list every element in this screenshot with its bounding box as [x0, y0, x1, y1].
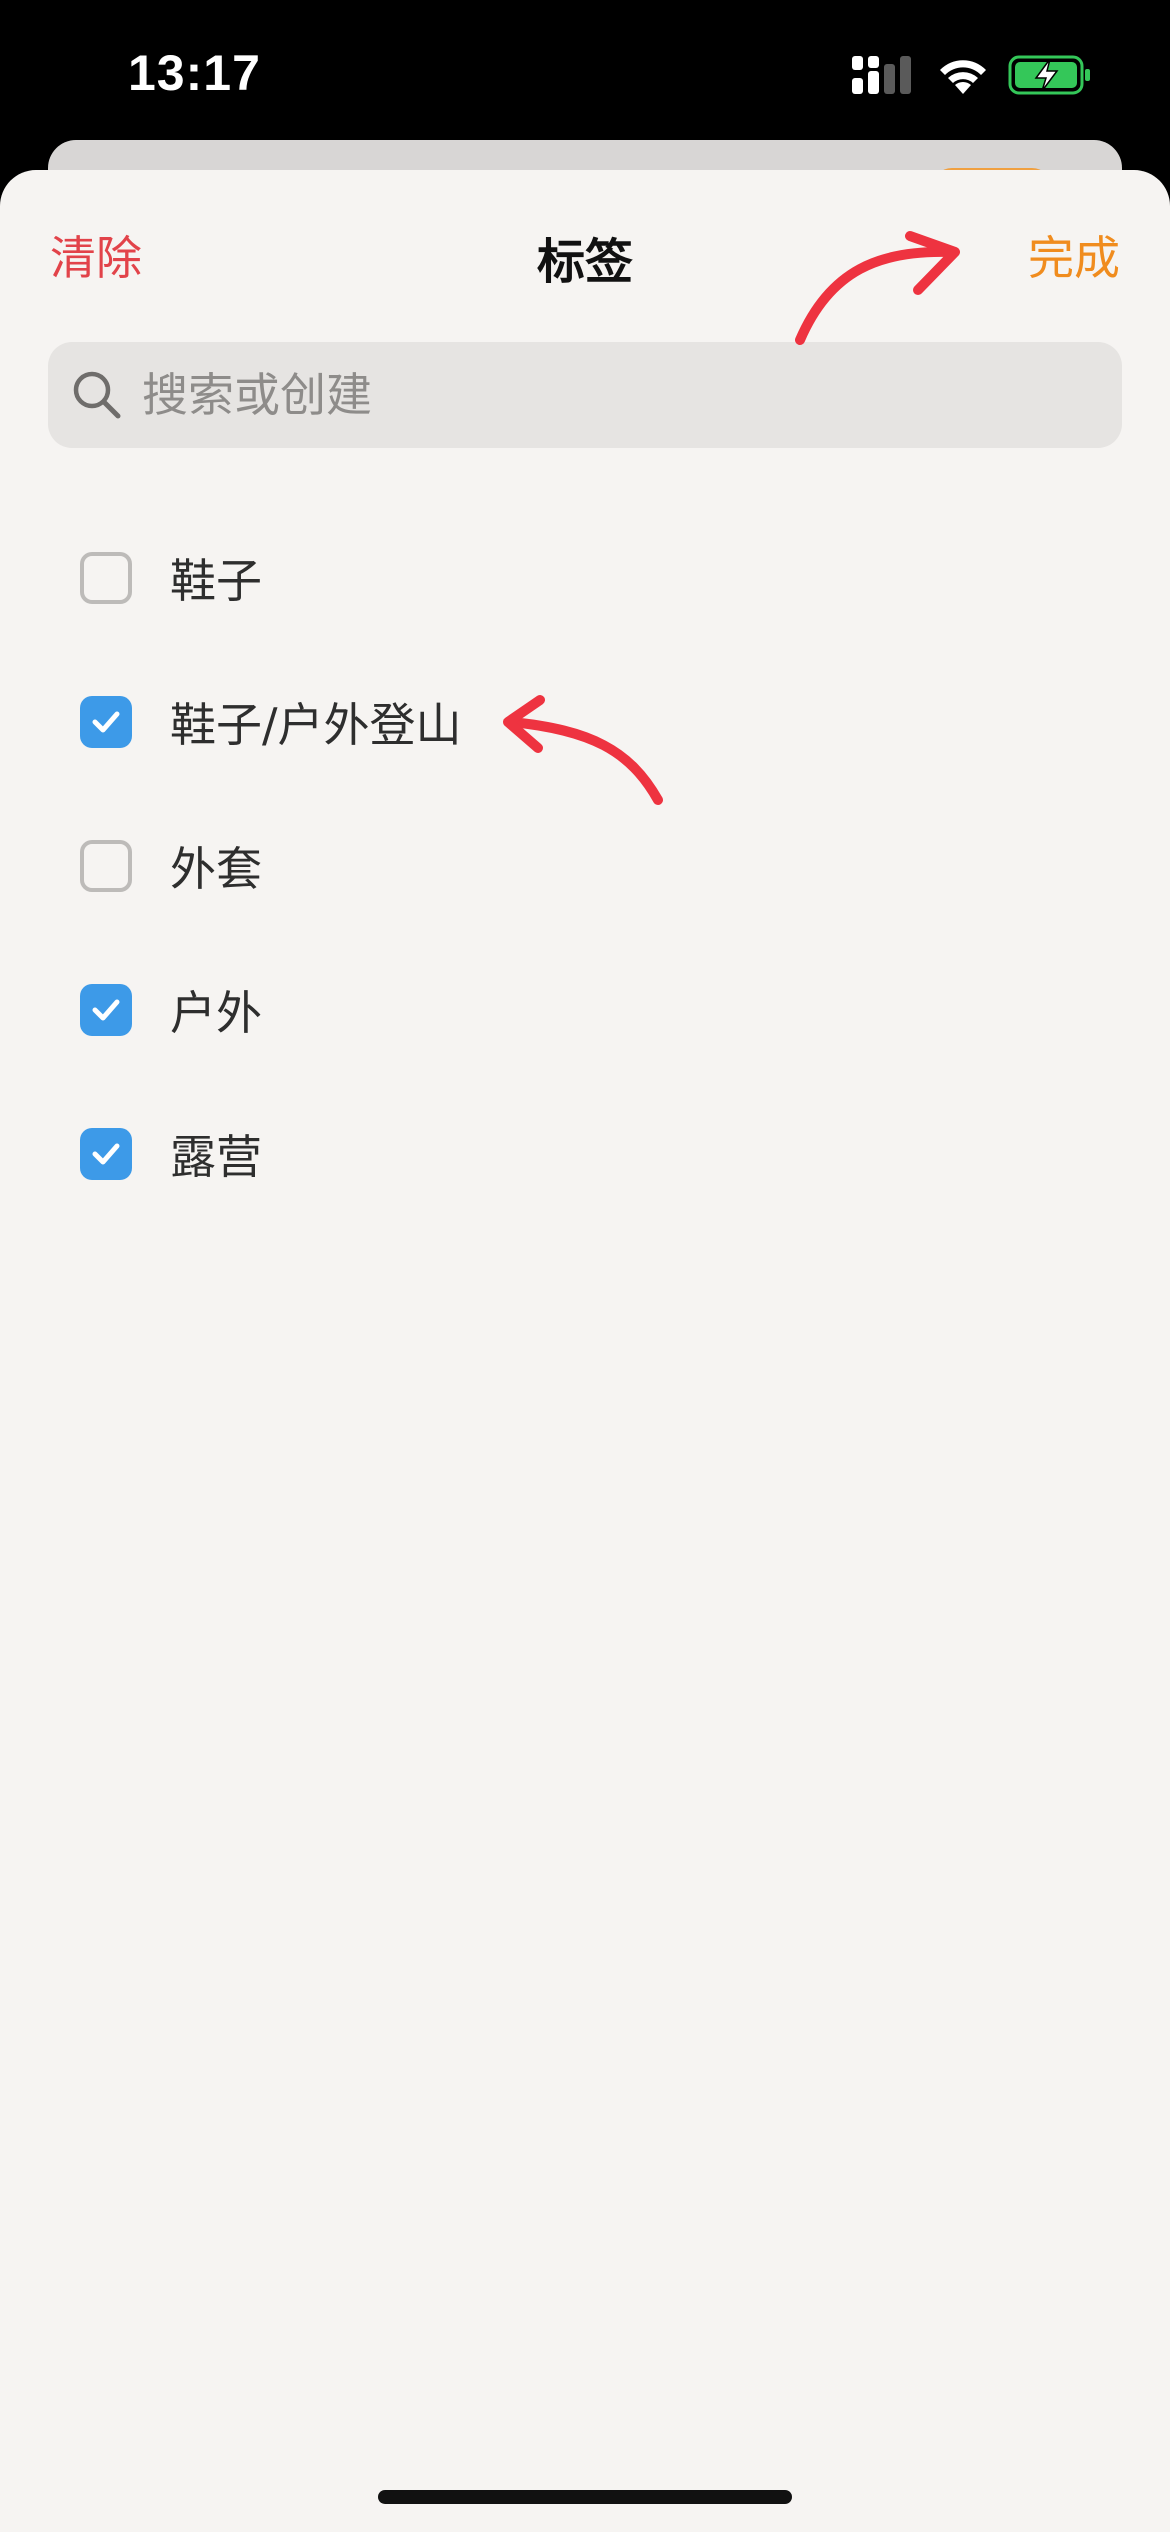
checkmark-icon: [92, 1143, 120, 1165]
annotation-arrow-tag: [503, 695, 663, 805]
tag-row[interactable]: 户外: [80, 975, 262, 1045]
tag-label: 露营: [170, 1130, 262, 1184]
checkbox-checked[interactable]: [80, 984, 132, 1036]
checkmark-icon: [92, 999, 120, 1021]
tag-label: 户外: [170, 986, 262, 1040]
annotation-arrow-done: [795, 231, 960, 345]
checkbox-checked[interactable]: [80, 1128, 132, 1180]
home-indicator: [378, 2490, 792, 2504]
tag-row[interactable]: 露营: [80, 1119, 262, 1189]
annotation-arrows: [503, 231, 960, 805]
